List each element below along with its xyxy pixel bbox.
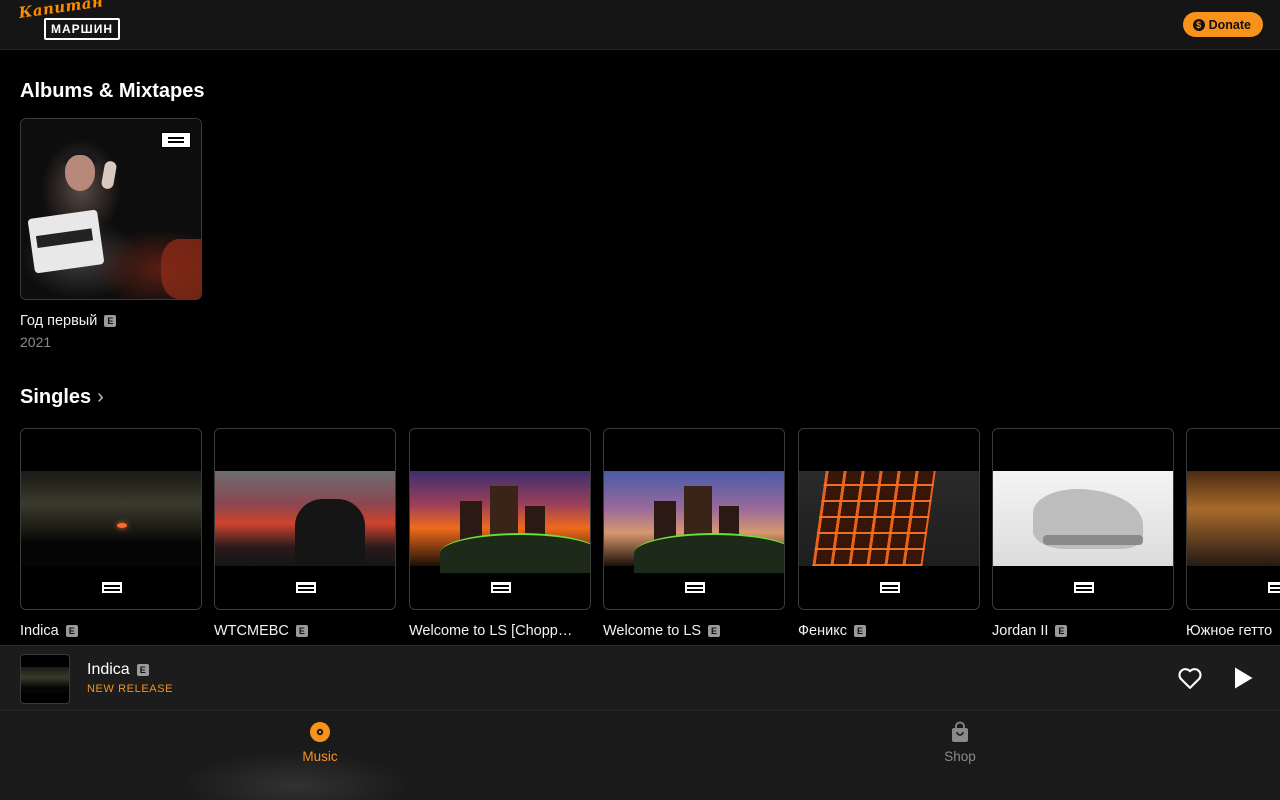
parental-advisory-icon <box>101 581 123 594</box>
single-title: WTCMEBC E <box>214 623 396 639</box>
single-title-text: WTCMEBC <box>214 623 289 639</box>
explicit-badge: E <box>136 664 149 676</box>
single-card-indica[interactable]: Indica E 2022 <box>20 428 202 660</box>
single-title-text: Welcome to LS [Chopped... <box>409 623 579 639</box>
parental-advisory-icon <box>490 581 512 594</box>
album-photo-detail <box>161 239 201 299</box>
donate-button[interactable]: $ Donate <box>1182 12 1263 37</box>
explicit-badge: E <box>853 625 866 637</box>
single-card-wtcmebc[interactable]: WTCMEBC E 2022 <box>214 428 396 660</box>
explicit-badge: E <box>65 625 78 637</box>
now-playing-subtitle: NEW RELEASE <box>87 683 174 695</box>
single-title-text: Jordan II <box>992 623 1049 639</box>
single-cover[interactable] <box>1186 428 1280 610</box>
play-icon[interactable] <box>1228 664 1256 692</box>
parental-advisory-icon <box>295 581 317 594</box>
album-photo-shirt <box>27 209 105 274</box>
single-cover[interactable] <box>798 428 980 610</box>
single-card-welcome[interactable]: Welcome to LS E 2021 <box>603 428 785 660</box>
single-title-text: Indica <box>20 623 59 639</box>
chevron-right-icon: › <box>97 386 104 408</box>
parental-advisory-icon <box>161 132 191 148</box>
logo-box-text: МАРШИН <box>44 18 120 40</box>
single-title: Феникс E <box>798 623 980 639</box>
single-card-jordan[interactable]: Jordan II E 2020 <box>992 428 1174 660</box>
single-cover[interactable] <box>409 428 591 610</box>
single-title-text: Welcome to LS <box>603 623 702 639</box>
now-playing-artwork-scene <box>21 667 69 693</box>
now-playing-artwork[interactable] <box>20 654 70 704</box>
app-logo[interactable]: Капитан МАРШИН <box>17 0 122 42</box>
single-card-feniks[interactable]: Феникс E 2021 <box>798 428 980 660</box>
single-card-welcome-chopped[interactable]: Welcome to LS [Chopped... 2021 <box>409 428 591 660</box>
explicit-badge: E <box>104 315 117 327</box>
album-card[interactable]: Год первый E 2021 <box>20 118 202 350</box>
cover-scene <box>21 471 201 566</box>
album-year: 2021 <box>20 334 52 350</box>
cover-scene <box>604 471 784 573</box>
tab-music[interactable]: Music <box>240 721 400 764</box>
cover-scene <box>410 471 590 573</box>
tab-music-label: Music <box>302 749 338 764</box>
singles-title-text: Singles <box>20 386 92 408</box>
tab-shop[interactable]: Shop <box>880 721 1040 764</box>
now-playing-title: Indica E <box>87 661 149 679</box>
albums-title-text: Albums & Mixtapes <box>20 80 205 102</box>
single-title: Южное гетто <box>1186 623 1280 639</box>
cover-scene <box>1187 471 1280 566</box>
now-playing-bar[interactable]: Indica E NEW RELEASE <box>0 645 1280 711</box>
heart-icon[interactable] <box>1176 664 1204 692</box>
single-card-yuzhnoe-getto[interactable]: Южное гетто 2020 <box>1186 428 1280 660</box>
vinyl-disc-icon <box>310 722 330 742</box>
top-header: Капитан МАРШИН $ Donate <box>0 0 1280 50</box>
single-title: Welcome to LS E <box>603 623 785 639</box>
explicit-badge: E <box>708 625 721 637</box>
album-cover[interactable] <box>20 118 202 300</box>
single-title: Welcome to LS [Chopped... <box>409 623 591 639</box>
single-cover[interactable] <box>603 428 785 610</box>
parental-advisory-icon <box>1267 581 1280 594</box>
shopping-bag-icon <box>952 721 968 742</box>
single-title: Jordan II E <box>992 623 1174 639</box>
parental-advisory-icon <box>1073 581 1095 594</box>
tab-shop-label: Shop <box>944 749 976 764</box>
cover-scene <box>799 471 979 566</box>
parental-advisory-icon <box>879 581 901 594</box>
album-photo-face <box>65 155 95 191</box>
single-title-text: Феникс <box>798 623 847 639</box>
albums-section-title: Albums & Mixtapes <box>20 80 204 103</box>
bottom-tab-bar: Music Shop <box>0 711 1280 800</box>
single-cover[interactable] <box>214 428 396 610</box>
cover-scene <box>215 471 395 566</box>
single-cover[interactable] <box>992 428 1174 610</box>
explicit-badge: E <box>1055 625 1068 637</box>
single-title: Indica E <box>20 623 202 639</box>
explicit-badge: E <box>295 625 308 637</box>
album-title: Год первый E <box>20 313 202 329</box>
now-playing-title-text: Indica <box>87 661 130 678</box>
cover-scene <box>993 471 1173 566</box>
parental-advisory-icon <box>684 581 706 594</box>
single-cover[interactable] <box>20 428 202 610</box>
donate-label: Donate <box>1208 17 1251 32</box>
single-title-text: Южное гетто <box>1186 623 1273 639</box>
singles-section-title[interactable]: Singles › <box>20 386 104 409</box>
album-title-text: Год первый <box>20 313 98 329</box>
dollar-coin-icon: $ <box>1192 18 1205 31</box>
